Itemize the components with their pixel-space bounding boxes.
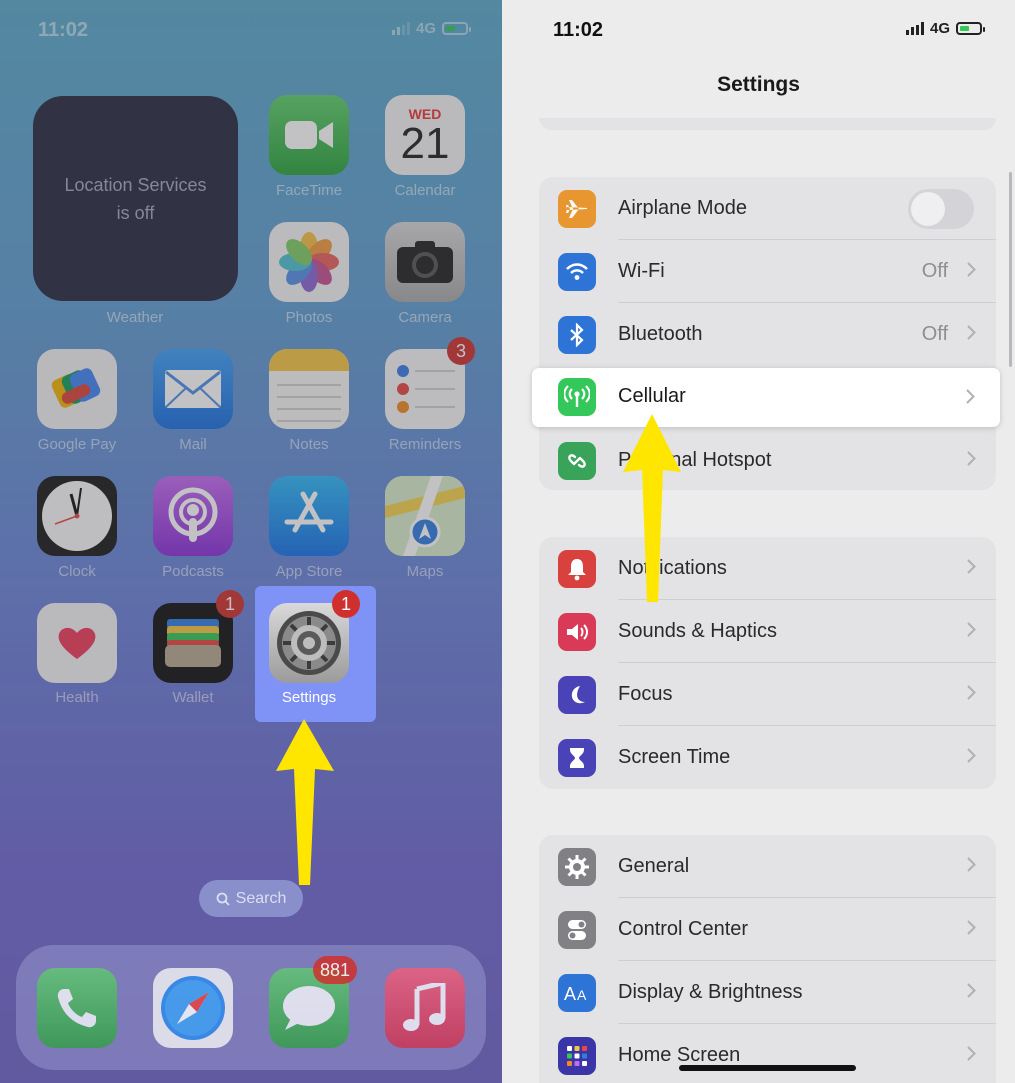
status-indicators-settings: 4G [906, 20, 986, 37]
bluetooth-value: Off [921, 323, 948, 345]
dim-overlay [0, 0, 502, 1083]
phone-icon [57, 989, 96, 1028]
search-icon [216, 892, 230, 906]
row-general[interactable]: General [539, 835, 996, 898]
page-title: Settings [717, 73, 800, 96]
compass-icon [161, 976, 225, 1040]
scrollbar[interactable] [1009, 172, 1012, 367]
messages-badge: 881 [313, 956, 358, 984]
row-personal-hotspot[interactable]: Personal Hotspot [539, 429, 996, 492]
battery-icon [956, 22, 986, 35]
row-screen-time[interactable]: Screen Time [539, 726, 996, 789]
screentime-label: Screen Time [618, 746, 731, 768]
wifi-label: Wi-Fi [618, 260, 665, 282]
row-notifications[interactable]: Notifications [539, 537, 996, 600]
chevron-right-icon [967, 451, 976, 466]
music-note-icon [403, 983, 446, 1031]
bluetooth-label: Bluetooth [618, 323, 703, 345]
settings-screen: 11:02 4G Settings Airplane Mode Wi-Fi Of… [502, 0, 1015, 1083]
svg-text:A: A [577, 987, 587, 1003]
hotspot-icon [558, 441, 596, 480]
home-screen: 11:02 4G Location Services is off Weathe… [0, 0, 502, 1083]
pointer-arrow-cellular [623, 414, 681, 602]
chevron-right-icon [966, 389, 975, 404]
chevron-right-icon [967, 748, 976, 763]
music-app[interactable] [385, 968, 465, 1048]
notifications-group: Notifications Sounds & Haptics Focus Scr… [539, 537, 996, 789]
safari-app[interactable] [153, 968, 233, 1048]
row-display-brightness[interactable]: AA Display & Brightness [539, 961, 996, 1024]
svg-text:A: A [564, 984, 576, 1003]
general-group: General Control Center AA Display & Brig… [539, 835, 996, 1083]
chevron-right-icon [967, 857, 976, 872]
row-control-center[interactable]: Control Center [539, 898, 996, 961]
focus-label: Focus [618, 683, 673, 705]
signal-icon [906, 22, 924, 35]
antenna-icon [558, 378, 596, 416]
phone-app[interactable] [37, 968, 117, 1048]
sounds-label: Sounds & Haptics [618, 620, 777, 642]
home-indicator [679, 1065, 856, 1071]
bell-icon [558, 549, 596, 588]
grid-icon [558, 1036, 596, 1075]
wifi-value: Off [921, 260, 948, 282]
wifi-icon [558, 252, 596, 291]
row-wifi[interactable]: Wi-Fi Off [539, 240, 996, 303]
chevron-right-icon [967, 1046, 976, 1061]
row-airplane-mode[interactable]: Airplane Mode [539, 177, 996, 240]
chevron-right-icon [967, 262, 976, 277]
display-label: Display & Brightness [618, 981, 803, 1003]
toggles-icon [558, 910, 596, 949]
gear-icon [558, 847, 596, 886]
row-home-screen[interactable]: Home Screen [539, 1024, 996, 1083]
search-label: Search [235, 889, 287, 907]
network-type-settings: 4G [930, 20, 951, 37]
airplane-label: Airplane Mode [618, 197, 747, 219]
controlcenter-label: Control Center [618, 918, 749, 940]
pointer-arrow-settings [276, 719, 334, 885]
homescreen-label: Home Screen [618, 1044, 741, 1066]
row-sounds-haptics[interactable]: Sounds & Haptics [539, 600, 996, 663]
chat-bubble-icon [283, 986, 335, 1030]
chevron-right-icon [967, 622, 976, 637]
chevron-right-icon [967, 983, 976, 998]
status-time-settings: 11:02 [553, 19, 604, 41]
settings-label: Settings [281, 689, 337, 706]
bluetooth-icon [558, 315, 596, 354]
chevron-right-icon [967, 325, 976, 340]
chevron-right-icon [967, 559, 976, 574]
chevron-right-icon [967, 920, 976, 935]
moon-icon [558, 675, 596, 714]
speaker-icon [558, 612, 596, 651]
row-focus[interactable]: Focus [539, 663, 996, 726]
chevron-right-icon [967, 685, 976, 700]
gear-icon [277, 611, 341, 675]
general-label: General [618, 855, 690, 877]
row-cellular[interactable]: Cellular [532, 368, 1000, 427]
section-remnant [539, 118, 996, 130]
row-bluetooth[interactable]: Bluetooth Off [539, 303, 996, 366]
airplane-icon [558, 189, 596, 228]
settings-badge: 1 [332, 590, 360, 618]
cellular-label: Cellular [618, 385, 686, 407]
connectivity-group: Airplane Mode Wi-Fi Off Bluetooth Off Pe… [539, 177, 996, 490]
airplane-toggle[interactable] [908, 188, 974, 229]
aa-icon: AA [558, 973, 596, 1012]
hourglass-icon [558, 738, 596, 777]
